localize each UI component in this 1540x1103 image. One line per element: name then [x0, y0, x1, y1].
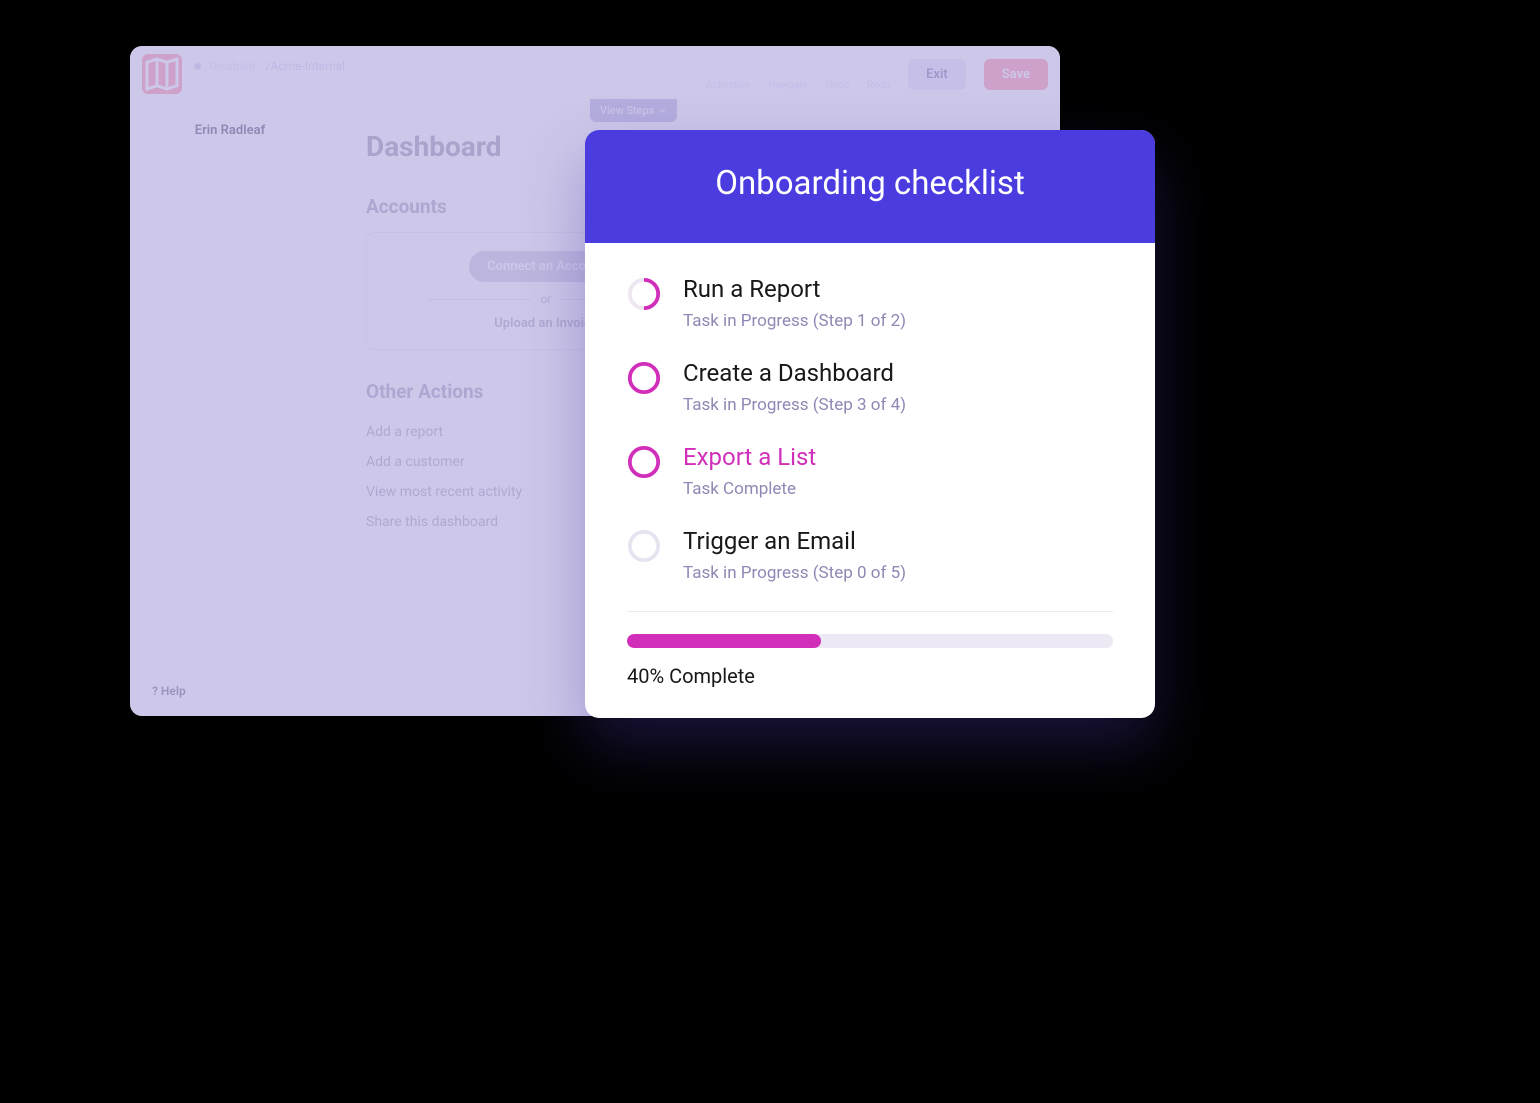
cart-icon — [146, 230, 163, 247]
checklist-item[interactable]: Trigger an Email Task in Progress (Step … — [627, 527, 1113, 583]
checklist-item-title: Run a Report — [683, 275, 906, 303]
progress-bar — [627, 634, 1113, 648]
sidebar-divider — [140, 388, 320, 389]
checklist-item[interactable]: Export a List Task Complete — [627, 443, 1113, 499]
sidebar-item-reports[interactable]: Reports — [140, 316, 320, 347]
exit-button[interactable]: Exit — [908, 59, 966, 90]
sidebar-label: Users — [173, 407, 209, 423]
sidebar-item-purchases[interactable]: Purchases — [140, 223, 320, 254]
checklist-item[interactable]: Run a Report Task in Progress (Step 1 of… — [627, 275, 1113, 331]
activity-icon — [146, 292, 163, 309]
sidebar-item-dashboard[interactable]: Dashboard — [140, 161, 320, 192]
header-actions: Activation Navigate Undo Redo Exit Save — [706, 58, 1048, 91]
redo-label: Redo — [867, 80, 890, 91]
circle-empty-icon — [627, 529, 661, 563]
breadcrumb[interactable]: /Acme-Internal — [266, 59, 346, 73]
progress-fill — [627, 634, 821, 648]
checklist-item-title: Create a Dashboard — [683, 359, 906, 387]
sidebar-label: Dashboard — [173, 169, 241, 185]
undo-label: Undo — [826, 80, 849, 91]
grid-icon — [146, 168, 163, 185]
sidebar-label: Sales — [173, 200, 207, 216]
list-icon — [146, 261, 163, 278]
sidebar: Erin Radleaf Dashboard Sales Purchases P… — [130, 102, 330, 716]
user-pill[interactable]: Erin Radleaf — [140, 114, 320, 147]
progress-ring-icon — [627, 277, 661, 311]
sidebar-item-payroll[interactable]: Payroll — [140, 254, 320, 285]
disabled-label: Disabled — [209, 59, 256, 73]
app-header: Disabled /Acme-Internal Welcome to Acme … — [130, 46, 1060, 102]
welcome-label: Welcome to Acme Co! — [194, 75, 694, 93]
onboarding-divider — [627, 611, 1113, 612]
chevron-down-icon — [658, 106, 667, 115]
map-icon — [142, 54, 182, 94]
checklist-item-status: Task in Progress (Step 0 of 5) — [683, 563, 906, 583]
activation-label: Activation — [706, 80, 751, 91]
undo-icon — [828, 58, 848, 78]
circle-open-icon — [627, 445, 661, 479]
checklist-item-title: Export a List — [683, 443, 816, 471]
sidebar-item-activity[interactable]: Activity — [140, 285, 320, 316]
sidebar-label: Payroll — [173, 262, 215, 278]
onboarding-body: Run a Report Task in Progress (Step 1 of… — [585, 243, 1155, 718]
checklist-item-status: Task Complete — [683, 479, 816, 499]
navigate-action[interactable]: Navigate — [769, 58, 808, 91]
status-dot-icon — [194, 63, 201, 70]
sidebar-label: Purchases — [173, 231, 239, 247]
sidebar-label: Activity — [173, 293, 219, 309]
onboarding-card: Onboarding checklist Run a Report Task i… — [585, 130, 1155, 718]
gear-icon — [146, 406, 163, 423]
checklist-item-status: Task in Progress (Step 1 of 2) — [683, 311, 906, 331]
checklist-item-status: Task in Progress (Step 3 of 4) — [683, 395, 906, 415]
header-title-block: Disabled /Acme-Internal Welcome to Acme … — [194, 55, 694, 92]
app-logo — [142, 54, 182, 94]
cursor-icon — [778, 58, 798, 78]
sidebar-item-sales[interactable]: Sales — [140, 192, 320, 223]
checklist-item-title: Trigger an Email — [683, 527, 906, 555]
checklist-item[interactable]: Create a Dashboard Task in Progress (Ste… — [627, 359, 1113, 415]
progress-label: 40% Complete — [627, 664, 1113, 688]
circle-open-icon — [627, 361, 661, 395]
redo-action[interactable]: Redo — [867, 58, 890, 91]
sidebar-item-users[interactable]: Users — [140, 347, 320, 378]
onboarding-title: Onboarding checklist — [585, 130, 1155, 243]
navigate-label: Navigate — [769, 80, 808, 91]
save-button[interactable]: Save — [984, 59, 1048, 90]
users-icon — [146, 354, 163, 371]
activation-action[interactable]: Activation — [706, 58, 751, 91]
card-icon — [146, 199, 163, 216]
arrow-circle-right-icon — [718, 58, 738, 78]
help-button[interactable]: ? Help — [140, 678, 198, 704]
view-steps-label: View Steps — [600, 104, 654, 117]
sidebar-item-settings[interactable]: Users — [140, 399, 320, 430]
redo-icon — [869, 58, 889, 78]
bar-chart-icon — [146, 323, 163, 340]
sidebar-label: Reports — [173, 324, 222, 340]
view-steps-tab[interactable]: View Steps — [590, 99, 677, 122]
sidebar-label: Users — [173, 355, 209, 371]
undo-action[interactable]: Undo — [826, 58, 849, 91]
